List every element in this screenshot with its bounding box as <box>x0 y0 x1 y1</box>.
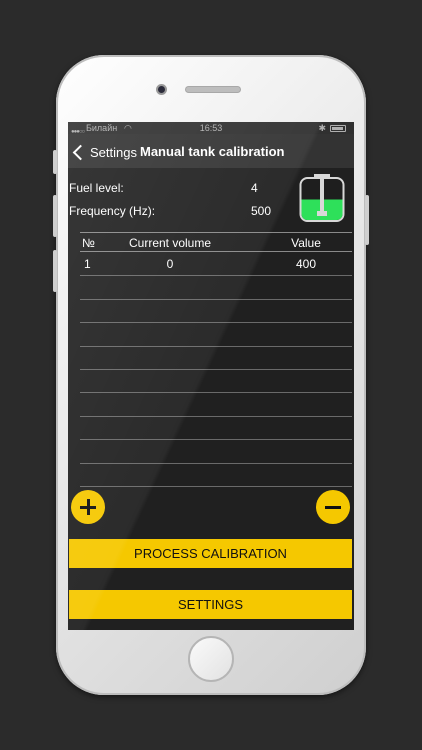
cell-current-volume: 0 <box>166 257 174 271</box>
silent-switch <box>53 150 57 174</box>
fuel-level-value: 4 <box>251 181 258 195</box>
table-row[interactable] <box>80 440 352 464</box>
fuel-level-label: Fuel level: <box>69 181 124 195</box>
power-button <box>365 195 369 245</box>
header-value: Value <box>291 236 321 250</box>
cell-value: 400 <box>295 257 317 271</box>
table-row[interactable] <box>80 370 352 394</box>
home-button[interactable] <box>188 636 234 682</box>
add-row-button[interactable] <box>71 490 105 524</box>
back-button-label: Settings <box>90 144 137 160</box>
calibration-table: 1 0 400 <box>80 253 352 487</box>
frequency-value: 500 <box>251 204 272 218</box>
earpiece-speaker <box>185 86 241 93</box>
process-calibration-button[interactable]: PROCESS CALIBRATION <box>69 539 352 568</box>
battery-icon <box>330 125 346 132</box>
settings-button[interactable]: SETTINGS <box>69 590 352 619</box>
remove-row-button[interactable] <box>316 490 350 524</box>
table-row[interactable] <box>80 323 352 347</box>
frequency-label: Frequency (Hz): <box>69 204 156 218</box>
plus-icon <box>80 499 96 515</box>
chevron-left-icon <box>72 144 89 160</box>
volume-down-button <box>53 250 57 292</box>
volume-up-button <box>53 195 57 237</box>
table-row[interactable] <box>80 300 352 324</box>
table-row[interactable] <box>80 393 352 417</box>
back-button[interactable]: Settings <box>72 142 137 162</box>
table-row[interactable]: 1 0 400 <box>80 253 352 277</box>
page-title: Manual tank calibration <box>140 144 285 159</box>
navigation-bar: Settings Manual tank calibration <box>68 134 354 168</box>
minus-icon <box>325 499 341 515</box>
status-bar: ●●●○○ Билайн ◠ 16:53 ✱ <box>68 122 354 135</box>
table-row[interactable] <box>80 464 352 487</box>
table-header: № Current volume Value <box>80 232 352 252</box>
table-row[interactable] <box>80 276 352 300</box>
header-current-volume: Current volume <box>128 236 212 250</box>
front-camera <box>156 84 167 95</box>
fuel-tank-icon <box>299 174 345 222</box>
table-row[interactable] <box>80 417 352 441</box>
status-time: 16:53 <box>199 123 223 133</box>
table-row[interactable] <box>80 347 352 370</box>
app-screen: ●●●○○ Билайн ◠ 16:53 ✱ Settings Manual t… <box>68 122 354 630</box>
bluetooth-icon: ✱ <box>318 123 326 133</box>
